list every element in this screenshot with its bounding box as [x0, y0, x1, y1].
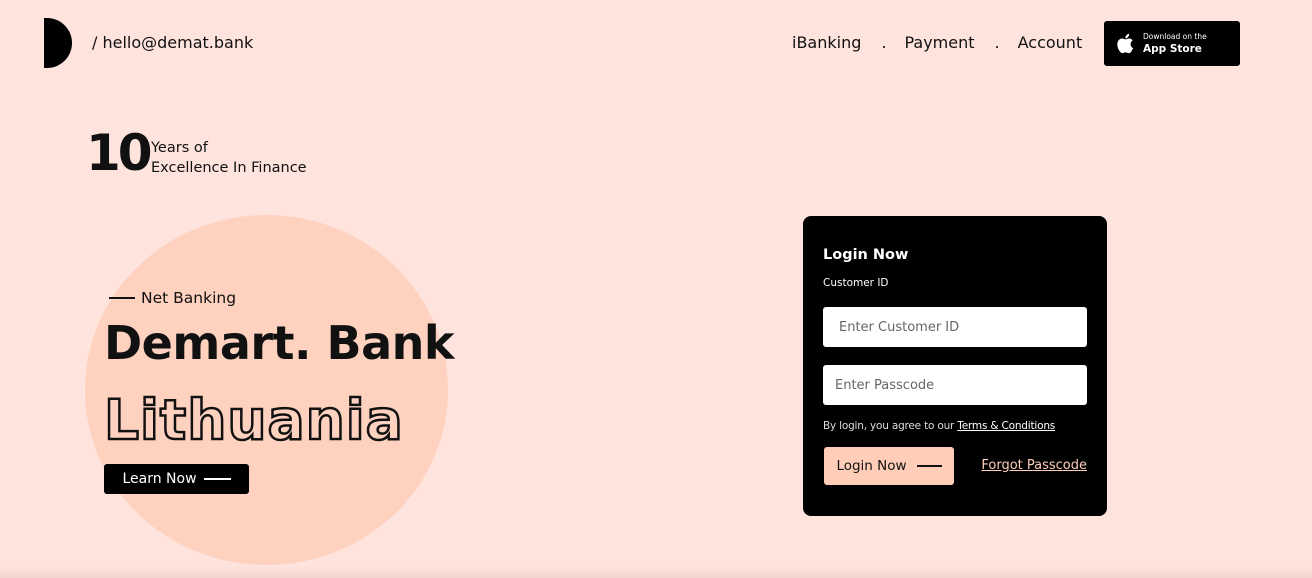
- app-store-button[interactable]: Download on the App Store: [1104, 21, 1240, 66]
- years-line-2: Excellence In Finance: [151, 160, 307, 176]
- learn-now-button[interactable]: Learn Now: [104, 464, 249, 494]
- terms-text: By login, you agree to our: [823, 420, 958, 432]
- nav-ibanking[interactable]: iBanking: [792, 33, 861, 52]
- years-caption: Years of Excellence In Finance: [151, 138, 307, 178]
- nav-separator: .: [881, 33, 887, 52]
- app-store-small: Download on the: [1143, 32, 1207, 41]
- nav-payment[interactable]: Payment: [904, 33, 974, 52]
- hero-title: Demart. Bank: [104, 316, 454, 370]
- login-card: Login Now Customer ID By login, you agre…: [803, 216, 1107, 516]
- eyebrow-line: [109, 297, 135, 299]
- app-store-label: App Store: [1143, 42, 1202, 55]
- main-nav: iBanking . Payment . Account: [792, 33, 1082, 52]
- bottom-shadow: [0, 566, 1312, 578]
- years-number: 10: [86, 124, 153, 182]
- passcode-input[interactable]: [823, 365, 1087, 405]
- contact-email[interactable]: / hello@demat.bank: [92, 33, 253, 52]
- eyebrow-label: Net Banking: [141, 289, 237, 307]
- terms-link[interactable]: Terms & Conditions: [957, 420, 1055, 432]
- login-button[interactable]: Login Now: [824, 447, 954, 485]
- page: / hello@demat.bank iBanking . Payment . …: [0, 0, 1312, 578]
- arrow-line-icon: [916, 465, 942, 467]
- nav-separator: .: [994, 33, 1000, 52]
- app-store-text: Download on the App Store: [1143, 33, 1207, 54]
- nav-account[interactable]: Account: [1018, 33, 1083, 52]
- customer-id-label: Customer ID: [823, 277, 889, 289]
- hero-outline-title: Lithuania: [103, 388, 404, 452]
- logo[interactable]: [44, 18, 72, 68]
- forgot-passcode-link[interactable]: Forgot Passcode: [981, 458, 1087, 473]
- apple-icon: [1117, 33, 1134, 54]
- customer-id-input[interactable]: [823, 307, 1087, 347]
- login-button-label: Login Now: [836, 458, 907, 474]
- arrow-line-icon: [203, 478, 231, 480]
- learn-now-label: Learn Now: [122, 471, 197, 487]
- terms-notice: By login, you agree to our Terms & Condi…: [823, 420, 1055, 432]
- years-line-1: Years of: [151, 140, 208, 156]
- hero-eyebrow: Net Banking: [109, 289, 236, 307]
- login-title: Login Now: [823, 247, 909, 263]
